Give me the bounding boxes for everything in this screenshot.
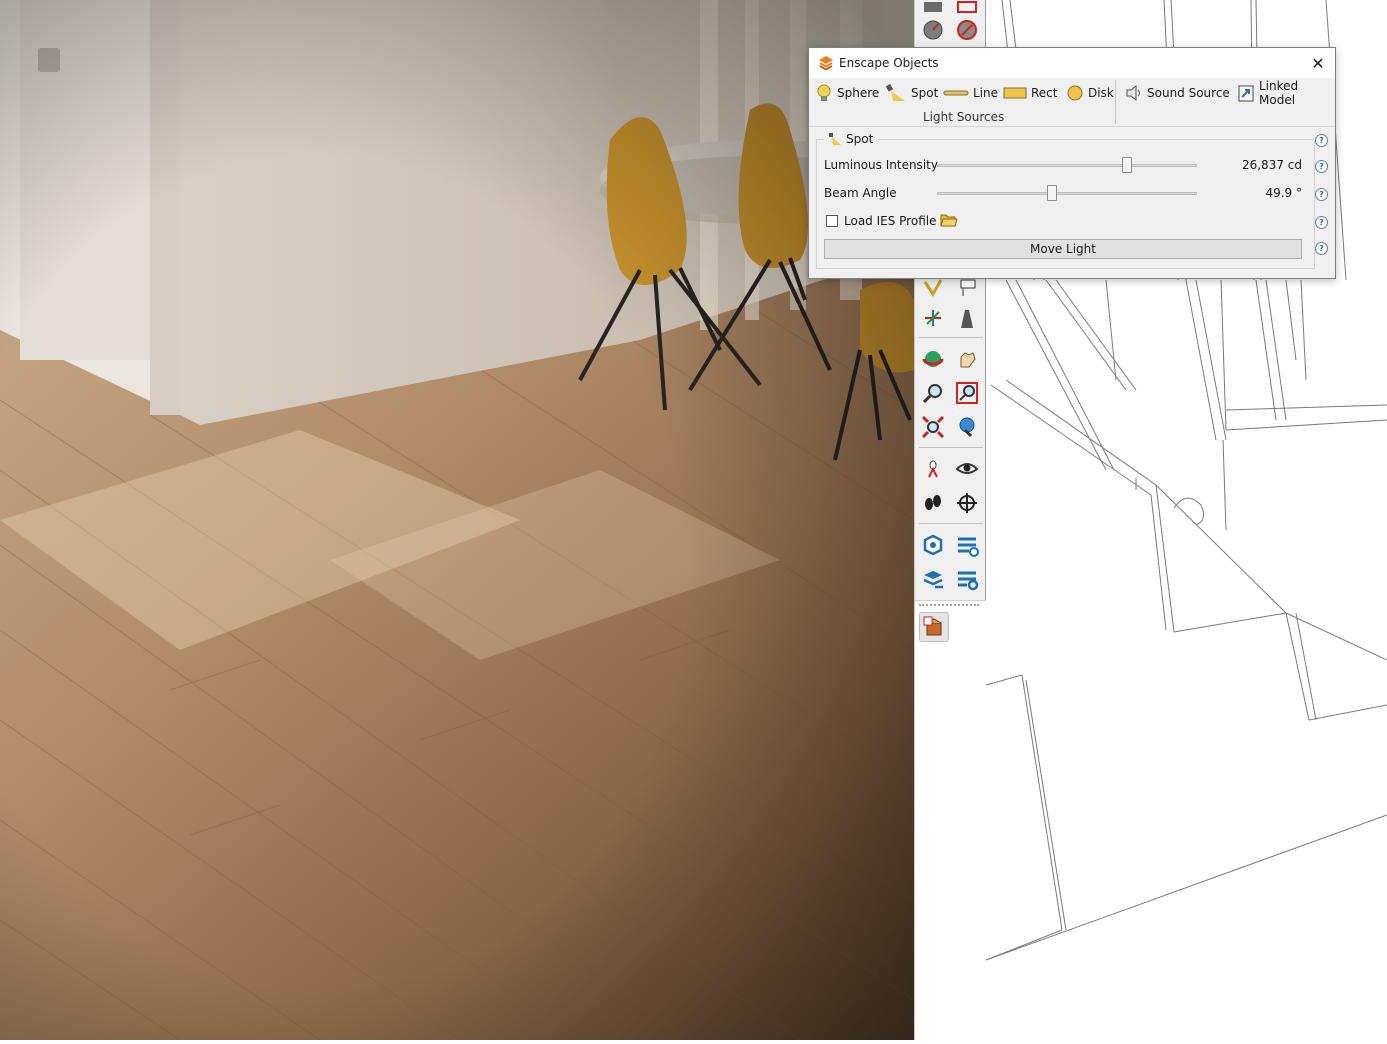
axes-icon[interactable] (919, 304, 947, 332)
look-around-icon[interactable] (953, 455, 981, 483)
help-icon[interactable]: ? (1315, 188, 1328, 201)
sound-source-label: Sound Source (1147, 86, 1230, 100)
spot-light-icon (885, 83, 905, 101)
position-camera-icon[interactable] (919, 455, 947, 483)
dialog-titlebar[interactable]: Enscape Objects ✕ (809, 48, 1335, 78)
zoom-extents-icon[interactable] (919, 413, 947, 441)
section-header: Spot (824, 132, 878, 146)
toolbar-separator (919, 337, 983, 338)
render-viewport (0, 0, 914, 1040)
load-ies-label: Load IES Profile (844, 214, 937, 228)
dimension-icon[interactable] (953, 16, 981, 44)
speaker-icon (1126, 84, 1140, 102)
slider-track (937, 192, 1197, 195)
spot-light-button[interactable]: Spot (885, 81, 938, 105)
help-icon[interactable]: ? (1315, 242, 1328, 255)
previous-view-icon[interactable] (953, 413, 981, 441)
linked-model-icon (1238, 85, 1254, 102)
disk-label: Disk (1088, 86, 1114, 100)
spot-settings-section: Spot ? Luminous Intensity 26,837 cd ? Be… (816, 128, 1328, 270)
light-sources-group-label: Light Sources (923, 110, 1005, 124)
beam-angle-value: 49.9 ° (1265, 186, 1302, 200)
walk-icon[interactable] (919, 489, 947, 517)
move-light-button[interactable]: Move Light (824, 239, 1302, 259)
close-button[interactable]: ✕ (1305, 51, 1331, 75)
layers-upload-icon[interactable] (919, 565, 947, 593)
enscape-objects-icon[interactable] (919, 612, 949, 642)
folder-open-icon[interactable] (940, 212, 958, 228)
zoom-window-icon[interactable] (953, 379, 981, 407)
group-separator (1115, 80, 1116, 124)
orbit-icon[interactable] (919, 345, 947, 373)
rect-label: Rect (1031, 86, 1058, 100)
disk-light-icon (1067, 85, 1083, 101)
slider-thumb[interactable] (1122, 157, 1132, 173)
line-light-icon (943, 90, 969, 96)
luminous-intensity-value: 26,837 cd (1241, 158, 1302, 172)
close-icon: ✕ (1311, 53, 1325, 73)
section-icon[interactable] (953, 304, 981, 332)
line-label: Line (973, 86, 999, 100)
load-ies-checkbox[interactable] (826, 215, 838, 227)
sphere-label: Sphere (837, 86, 880, 100)
pan-icon[interactable] (953, 345, 981, 373)
toolbar-lower-panel (915, 600, 987, 1041)
luminous-intensity-label: Luminous Intensity (824, 158, 938, 172)
warehouse-icon[interactable] (919, 531, 947, 559)
ribbon-divider (809, 126, 1335, 127)
enscape-logo-icon (819, 56, 833, 71)
beam-angle-slider[interactable] (937, 185, 1197, 201)
line-light-button[interactable]: Line (943, 81, 998, 105)
toolbar-separator (919, 447, 983, 448)
move-light-label: Move Light (1030, 242, 1096, 256)
tape-measure-icon[interactable] (919, 16, 947, 44)
bulb-icon (817, 84, 831, 101)
beam-angle-label: Beam Angle (824, 186, 897, 200)
luminous-intensity-slider[interactable] (937, 157, 1197, 173)
toolbar-grip[interactable] (919, 604, 979, 606)
share-model-icon[interactable] (953, 531, 981, 559)
sphere-light-button[interactable]: Sphere (815, 81, 879, 105)
spot-label: Spot (911, 86, 939, 100)
dialog-title: Enscape Objects (839, 56, 939, 70)
spot-light-icon (829, 133, 841, 145)
help-icon[interactable]: ? (1315, 134, 1328, 147)
rect-light-button[interactable]: Rect (1003, 81, 1057, 105)
linked-model-label: Linked Model (1259, 79, 1299, 107)
slider-thumb[interactable] (1047, 185, 1057, 201)
rendered-interior-image (0, 0, 914, 1040)
section-title: Spot (846, 132, 874, 146)
toolbar-separator (919, 523, 983, 524)
extension-icon[interactable] (953, 565, 981, 593)
help-icon[interactable]: ? (1315, 160, 1328, 173)
enscape-objects-dialog: Enscape Objects ✕ Sphere Spot Line Rect (808, 47, 1336, 279)
disk-light-button[interactable]: Disk (1066, 81, 1114, 105)
slider-track (937, 164, 1197, 167)
position-target-icon[interactable] (953, 489, 981, 517)
sound-source-button[interactable]: Sound Source (1125, 81, 1230, 105)
help-icon[interactable]: ? (1315, 216, 1328, 229)
rect-light-icon (1003, 87, 1027, 99)
linked-model-button[interactable]: Linked Model (1237, 79, 1335, 107)
zoom-icon[interactable] (919, 379, 947, 407)
